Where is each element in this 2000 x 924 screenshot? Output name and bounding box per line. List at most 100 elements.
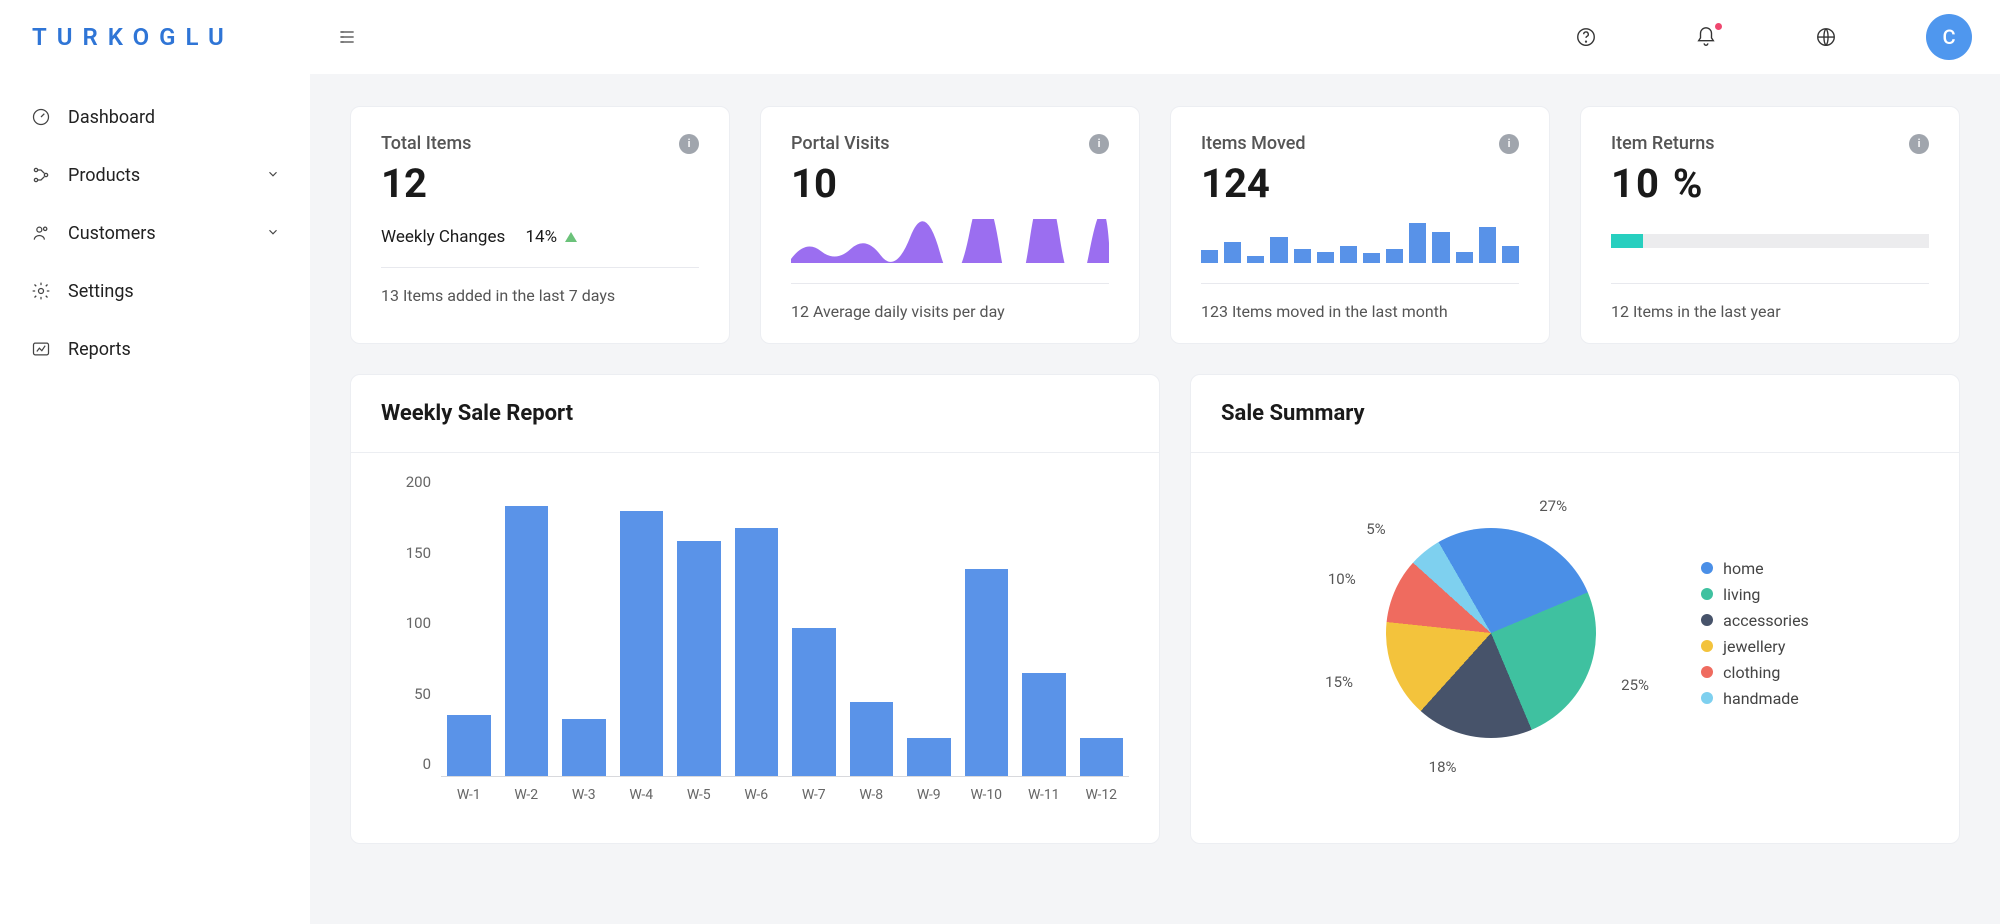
notification-dot-icon [1715, 23, 1722, 30]
mini-bar [1479, 227, 1496, 263]
legend-label: accessories [1723, 611, 1809, 630]
pie-legend: home living accessories jewellery clothing ha… [1701, 559, 1809, 708]
panels-grid: Weekly Sale Report 200150100500 W-1W-2W-… [350, 374, 1960, 844]
weekly-sale-barchart: 200150100500 W-1W-2W-3W-4W-5W-6W-7W-8W-9… [381, 473, 1129, 803]
x-tick-label: W-3 [562, 787, 606, 803]
mini-bar [1386, 249, 1403, 263]
legend-item: jewellery [1701, 637, 1809, 656]
legend-item: accessories [1701, 611, 1809, 630]
sidebar-item-customers[interactable]: Customers [10, 204, 300, 262]
legend-dot-icon [1701, 640, 1713, 652]
legend-dot-icon [1701, 666, 1713, 678]
info-icon[interactable]: i [1909, 134, 1929, 154]
card-portal-visits: Portal Visits i 10 12 Average daily visi… [760, 106, 1140, 344]
bar [792, 628, 836, 777]
panel-sale-summary: Sale Summary 27%25%18%15%10%5% homelivin… [1190, 374, 1960, 844]
panel-weekly-sale: Weekly Sale Report 200150100500 W-1W-2W-… [350, 374, 1160, 844]
bar [1022, 673, 1066, 776]
gear-icon [30, 280, 52, 302]
info-icon[interactable]: i [679, 134, 699, 154]
sparkline-chart [791, 219, 1109, 263]
brand-logo: TURKOGLU [0, 0, 310, 74]
pie-slice-label: 5% [1366, 520, 1385, 538]
x-tick-label: W-5 [677, 787, 721, 803]
card-label: Portal Visits [791, 133, 889, 154]
bar [1080, 738, 1124, 776]
card-label: Item Returns [1611, 133, 1715, 154]
weekly-pct: 14% [525, 227, 557, 247]
pie-slice-label: 25% [1621, 676, 1649, 694]
avatar[interactable]: C [1926, 14, 1972, 60]
chevron-down-icon [266, 223, 280, 244]
sidebar-item-settings[interactable]: Settings [10, 262, 300, 320]
x-tick-label: W-8 [850, 787, 894, 803]
mini-bar [1247, 256, 1264, 263]
panel-title: Sale Summary [1191, 375, 1959, 453]
bar [677, 541, 721, 776]
card-sub: 13 Items added in the last 7 days [381, 267, 699, 305]
mini-bar-chart [1201, 219, 1519, 263]
card-value: 124 [1201, 160, 1519, 207]
sidebar-item-label: Customers [68, 223, 156, 244]
mini-bar [1432, 232, 1449, 263]
weekly-label: Weekly Changes [381, 227, 505, 247]
legend-label: handmade [1723, 689, 1799, 708]
legend-label: clothing [1723, 663, 1780, 682]
card-value: 10 [791, 160, 1109, 207]
x-tick-label: W-10 [965, 787, 1009, 803]
legend-item: handmade [1701, 689, 1809, 708]
metrics-grid: Total Items i 12 Weekly Changes 14% 13 I… [350, 106, 1960, 344]
x-tick-label: W-2 [505, 787, 549, 803]
sidebar-item-label: Dashboard [68, 107, 155, 128]
content: Total Items i 12 Weekly Changes 14% 13 I… [310, 74, 2000, 924]
legend-dot-icon [1701, 614, 1713, 626]
card-total-items: Total Items i 12 Weekly Changes 14% 13 I… [350, 106, 730, 344]
chevron-down-icon [266, 165, 280, 186]
x-tick-label: W-12 [1080, 787, 1124, 803]
legend-dot-icon [1701, 588, 1713, 600]
products-icon [30, 164, 52, 186]
sale-summary-piechart: 27%25%18%15%10%5% homelivingaccessoriesj… [1191, 453, 1959, 823]
mini-bar [1340, 246, 1357, 263]
sidebar-item-reports[interactable]: Reports [10, 320, 300, 378]
pie-slice-label: 27% [1539, 497, 1567, 515]
legend-item: clothing [1701, 663, 1809, 682]
dashboard-icon [30, 106, 52, 128]
bar [620, 511, 664, 776]
bar [965, 569, 1009, 776]
menu-toggle-button[interactable] [332, 22, 362, 52]
x-tick-label: W-1 [447, 787, 491, 803]
panel-title: Weekly Sale Report [351, 375, 1159, 453]
info-icon[interactable]: i [1089, 134, 1109, 154]
x-tick-label: W-11 [1022, 787, 1066, 803]
sidebar-nav: Dashboard Products Customers Settings Re… [0, 74, 310, 392]
card-value: 10 % [1611, 160, 1929, 207]
reports-icon [30, 338, 52, 360]
help-button[interactable] [1566, 17, 1606, 57]
mini-bar [1224, 242, 1241, 263]
language-button[interactable] [1806, 17, 1846, 57]
mini-bar [1270, 237, 1287, 263]
pie-slice-label: 10% [1328, 570, 1356, 588]
sidebar-item-dashboard[interactable]: Dashboard [10, 88, 300, 146]
card-sub: 12 Items in the last year [1611, 283, 1929, 321]
legend-item: living [1701, 585, 1809, 604]
card-sub: 123 Items moved in the last month [1201, 283, 1519, 321]
customers-icon [30, 222, 52, 244]
mini-bar [1201, 250, 1218, 263]
sidebar: TURKOGLU Dashboard Products Customers Se… [0, 0, 310, 924]
info-icon[interactable]: i [1499, 134, 1519, 154]
progress-meter [1611, 219, 1929, 263]
bar [850, 702, 894, 776]
mini-bar [1456, 252, 1473, 263]
notifications-button[interactable] [1686, 17, 1726, 57]
sidebar-item-products[interactable]: Products [10, 146, 300, 204]
legend-item: home [1701, 559, 1809, 578]
legend-label: jewellery [1723, 637, 1785, 656]
x-tick-label: W-4 [620, 787, 664, 803]
topbar: C [310, 0, 2000, 74]
main-area: C Total Items i 12 Weekly Changes 14% 13… [310, 0, 2000, 924]
sidebar-item-label: Settings [68, 281, 134, 302]
card-label: Items Moved [1201, 133, 1306, 154]
card-sub: 12 Average daily visits per day [791, 283, 1109, 321]
